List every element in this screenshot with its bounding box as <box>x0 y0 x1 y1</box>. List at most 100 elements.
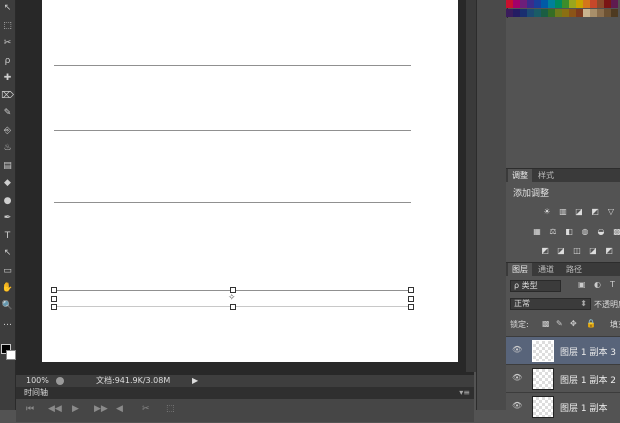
transform-handle-bottom-center[interactable] <box>230 304 236 310</box>
adjustment-row1-4-icon[interactable]: ◩ <box>590 207 600 216</box>
tab-channels[interactable]: 通道 <box>534 263 558 276</box>
layer-row[interactable]: 👁 图层 1 副本 3 <box>506 336 620 364</box>
canvas-area[interactable]: ✧ <box>16 0 474 375</box>
tool-button-1[interactable]: ↖ <box>1 2 14 14</box>
lock-image-icon[interactable]: ✎ <box>556 319 563 328</box>
adjustment-row2-5-icon[interactable]: ◒ <box>596 227 606 236</box>
adjustment-row2-4-icon[interactable]: ◍ <box>580 227 590 236</box>
filter-adjustment-icon[interactable]: ◐ <box>594 280 601 289</box>
tool-button-3[interactable]: ✂ <box>1 37 14 49</box>
adjustment-row3-2-icon[interactable]: ◪ <box>556 246 566 255</box>
color-swatch[interactable] <box>541 0 548 8</box>
tool-button-8[interactable]: ⎆ <box>1 125 14 137</box>
color-swatch[interactable] <box>555 9 562 17</box>
color-swatch[interactable] <box>604 9 611 17</box>
tool-button-13[interactable]: ✒ <box>1 212 14 224</box>
adjustment-row1-5-icon[interactable]: ▽ <box>606 207 616 216</box>
adjustment-row3-1-icon[interactable]: ◩ <box>540 246 550 255</box>
color-swatch[interactable] <box>548 9 555 17</box>
tool-button-7[interactable]: ✎ <box>1 107 14 119</box>
tab-paths[interactable]: 路径 <box>562 263 586 276</box>
next-frame-icon[interactable]: ▶▶ <box>94 404 108 414</box>
tool-button-12[interactable]: ● <box>1 195 14 207</box>
background-color-swatch[interactable] <box>6 350 16 360</box>
prev-frame-icon[interactable]: ◀◀ <box>48 404 62 414</box>
color-swatch[interactable] <box>562 9 569 17</box>
color-swatch[interactable] <box>604 0 611 8</box>
layer-name[interactable]: 图层 1 副本 <box>560 401 607 414</box>
adjustment-row3-4-icon[interactable]: ◪ <box>588 246 598 255</box>
tool-button-2[interactable]: ⬚ <box>1 20 14 32</box>
zoom-level[interactable]: 100% <box>26 375 49 387</box>
split-icon[interactable]: ✂ <box>142 404 150 414</box>
color-swatch[interactable] <box>520 9 527 17</box>
filter-type-icon[interactable]: T <box>610 280 615 289</box>
color-swatch[interactable] <box>576 9 583 17</box>
color-swatch[interactable] <box>590 0 597 8</box>
tool-button-9[interactable]: ♨ <box>1 142 14 154</box>
transform-handle-bottom-left[interactable] <box>51 304 57 310</box>
color-swatch[interactable] <box>527 0 534 8</box>
tab-timeline[interactable]: 时间轴 <box>24 387 48 399</box>
color-swatch[interactable] <box>534 9 541 17</box>
filter-pixel-icon[interactable]: ▣ <box>578 280 586 289</box>
adjustment-row2-1-icon[interactable]: ▦ <box>532 227 542 236</box>
tool-button-11[interactable]: ◆ <box>1 177 14 189</box>
color-swatch[interactable] <box>562 0 569 8</box>
adjustment-row2-2-icon[interactable]: ⚖ <box>548 227 558 236</box>
layer-row[interactable]: 👁 图层 1 副本 <box>506 392 620 420</box>
color-swatch[interactable] <box>513 0 520 8</box>
adjustment-row3-3-icon[interactable]: ◫ <box>572 246 582 255</box>
visibility-eye-icon[interactable]: 👁 <box>512 402 522 410</box>
color-swatch[interactable] <box>548 0 555 8</box>
timeline-menu-icon[interactable]: ▾≡ <box>459 387 470 399</box>
tool-button-6[interactable]: ⌦ <box>1 90 14 102</box>
status-info-icon[interactable] <box>56 377 64 385</box>
transition-icon[interactable]: ⬚ <box>166 404 175 414</box>
color-swatch[interactable] <box>576 0 583 8</box>
adjustment-row1-1-icon[interactable]: ☀ <box>542 207 552 216</box>
tab-styles[interactable]: 样式 <box>534 169 558 182</box>
visibility-eye-icon[interactable]: 👁 <box>512 346 522 354</box>
tool-button-19[interactable]: … <box>1 317 14 329</box>
transform-center-icon[interactable]: ✧ <box>228 294 236 303</box>
lock-all-icon[interactable]: 🔒 <box>586 319 596 328</box>
adjustment-row2-6-icon[interactable]: ▩ <box>612 227 620 236</box>
adjustment-row1-2-icon[interactable]: ▥ <box>558 207 568 216</box>
tool-button-14[interactable]: T <box>1 230 14 242</box>
layer-name[interactable]: 图层 1 副本 2 <box>560 373 616 386</box>
audio-icon[interactable]: ◀ <box>116 404 123 414</box>
color-swatch[interactable] <box>569 0 576 8</box>
color-swatch[interactable] <box>611 9 618 17</box>
tool-button-10[interactable]: ▤ <box>1 160 14 172</box>
layer-name[interactable]: 图层 1 副本 3 <box>560 345 616 358</box>
color-swatch[interactable] <box>555 0 562 8</box>
blend-mode-select[interactable]: 正常 ⬍ <box>510 298 591 310</box>
tool-button-5[interactable]: ✚ <box>1 72 14 84</box>
color-swatch[interactable] <box>597 9 604 17</box>
first-frame-icon[interactable]: ⏮ <box>26 404 34 414</box>
tab-adjustments[interactable]: 调整 <box>508 169 532 182</box>
adjustment-row3-5-icon[interactable]: ◩ <box>604 246 614 255</box>
tool-button-18[interactable]: 🔍 <box>1 300 14 312</box>
tool-button-4[interactable]: ρ <box>1 55 14 67</box>
color-swatch[interactable] <box>541 9 548 17</box>
visibility-eye-icon[interactable]: 👁 <box>512 374 522 382</box>
lock-transparent-icon[interactable]: ▩ <box>542 319 550 328</box>
color-swatch[interactable] <box>590 9 597 17</box>
color-swatch[interactable] <box>583 0 590 8</box>
transform-handle-middle-left[interactable] <box>51 296 57 302</box>
color-swatch[interactable] <box>569 9 576 17</box>
color-swatch[interactable] <box>513 9 520 17</box>
play-icon[interactable]: ▶ <box>72 404 79 414</box>
color-swatch[interactable] <box>520 0 527 8</box>
transform-handle-middle-right[interactable] <box>408 296 414 302</box>
adjustment-row1-3-icon[interactable]: ◪ <box>574 207 584 216</box>
transform-handle-bottom-right[interactable] <box>408 304 414 310</box>
color-swatch[interactable] <box>597 0 604 8</box>
layer-filter-select[interactable]: ρ 类型 <box>510 280 561 292</box>
color-swatch[interactable] <box>583 9 590 17</box>
canvas-vertical-scrollbar[interactable] <box>466 0 476 372</box>
color-swatch[interactable] <box>506 0 513 8</box>
lock-position-icon[interactable]: ✥ <box>570 319 577 328</box>
